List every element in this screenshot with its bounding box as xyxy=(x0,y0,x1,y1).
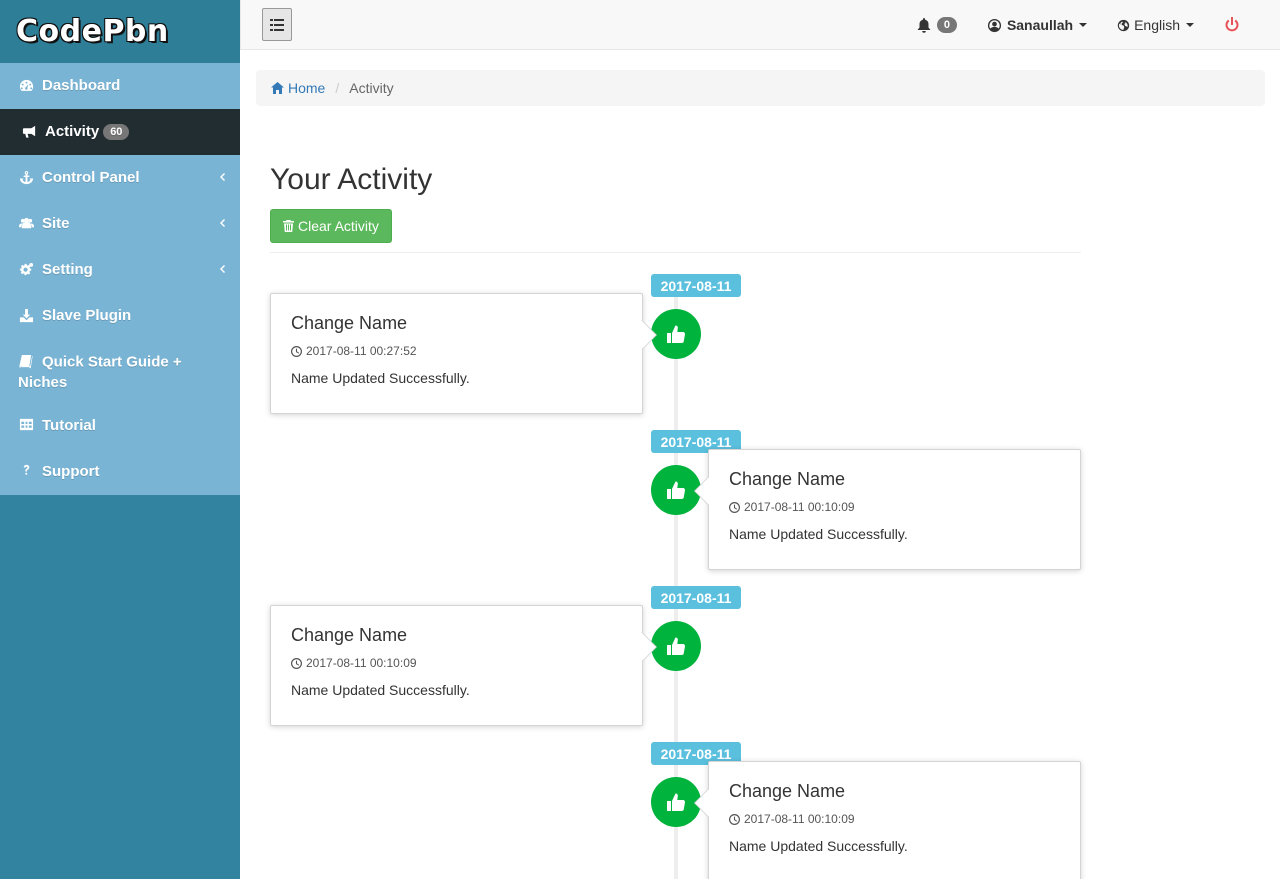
timeline-time-text: 2017-08-11 00:10:09 xyxy=(744,500,855,514)
sidebar-item-activity[interactable]: Activity 60 xyxy=(0,109,240,155)
user-menu[interactable]: Sanaullah xyxy=(972,0,1102,50)
chevron-left-icon xyxy=(218,262,226,276)
timeline-time-text: 2017-08-11 00:10:09 xyxy=(306,656,417,670)
timeline-panel: Change Name 2017-08-11 00:10:09 Name Upd… xyxy=(694,761,1081,879)
timeline-title: Change Name xyxy=(729,781,846,801)
thumbs-up-icon xyxy=(667,793,686,812)
clear-activity-button[interactable]: Clear Activity xyxy=(270,209,392,243)
table-icon xyxy=(18,417,34,433)
sidebar-item-label: Control Panel xyxy=(42,169,140,186)
language-label: English xyxy=(1134,17,1180,33)
thumbs-up-icon xyxy=(667,481,686,500)
timeline-panel: Change Name 2017-08-11 00:10:09 Name Upd… xyxy=(694,449,1081,570)
dashboard-icon xyxy=(18,77,34,93)
brand-name: CodePbn xyxy=(16,14,169,49)
sidebar-item-tutorial[interactable]: Tutorial xyxy=(0,403,240,449)
bell-icon xyxy=(917,17,931,33)
timeline-timestamp: 2017-08-11 00:10:09 xyxy=(291,656,622,670)
timeline-timestamp: 2017-08-11 00:27:52 xyxy=(291,344,622,358)
clock-icon xyxy=(291,345,302,357)
breadcrumb-home-label: Home xyxy=(288,80,326,96)
sidebar-menu: Dashboard Activity 60 Control Panel Site xyxy=(0,63,240,495)
timeline-badge xyxy=(651,309,701,359)
download-icon xyxy=(18,307,34,323)
timeline-panel: Change Name 2017-08-11 00:27:52 Name Upd… xyxy=(270,293,657,414)
timeline-timestamp: 2017-08-11 00:10:09 xyxy=(729,812,1060,826)
sidebar-item-label: Site xyxy=(42,215,70,232)
globe-icon xyxy=(1117,19,1130,31)
sidebar-item-control-panel[interactable]: Control Panel xyxy=(0,155,240,201)
power-icon xyxy=(1225,17,1239,32)
sidebar-item-dashboard[interactable]: Dashboard xyxy=(0,63,240,109)
sidebar-item-label: Setting xyxy=(42,261,93,278)
notifications-button[interactable]: 0 xyxy=(902,0,972,50)
user-circle-icon xyxy=(987,18,1001,32)
sidebar-item-label: Dashboard xyxy=(42,77,121,94)
brand-logo[interactable]: CodePbn xyxy=(0,0,240,63)
sidebar-toggle-button[interactable] xyxy=(262,8,292,41)
timeline-title: Change Name xyxy=(291,313,408,333)
sidebar-item-label: Activity xyxy=(45,123,100,140)
top-navbar: 0 Sanaullah English xyxy=(240,0,1280,50)
breadcrumb: Home / Activity xyxy=(256,70,1265,106)
clock-icon xyxy=(729,501,740,513)
thumbs-up-icon xyxy=(667,637,686,656)
timeline-date-label: 2017-08-11 xyxy=(651,274,741,297)
sidebar: CodePbn Dashboard Activity 60 Control Pa… xyxy=(0,0,240,879)
language-menu[interactable]: English xyxy=(1102,0,1209,50)
timeline-body: Name Updated Successfully. xyxy=(291,370,470,386)
timeline-date-label: 2017-08-11 xyxy=(651,586,741,609)
user-name: Sanaullah xyxy=(1006,17,1074,33)
users-icon xyxy=(18,215,34,231)
sidebar-item-site[interactable]: Site xyxy=(0,201,240,247)
notifications-count-badge: 0 xyxy=(936,17,957,33)
chevron-left-icon xyxy=(218,170,226,184)
home-icon xyxy=(271,82,284,94)
breadcrumb-separator: / xyxy=(335,80,340,96)
caret-down-icon xyxy=(1186,23,1194,27)
thumbs-up-icon xyxy=(667,325,686,344)
divider xyxy=(270,252,1081,253)
navbar-right: 0 Sanaullah English xyxy=(902,0,1280,50)
clock-icon xyxy=(291,657,302,669)
timeline-badge xyxy=(651,621,701,671)
book-icon xyxy=(18,353,34,369)
clear-activity-label: Clear Activity xyxy=(298,218,379,234)
sidebar-item-support[interactable]: Support xyxy=(0,449,240,495)
chevron-left-icon xyxy=(218,216,226,230)
timeline-time-text: 2017-08-11 00:10:09 xyxy=(744,812,855,826)
timeline-title: Change Name xyxy=(729,469,846,489)
caret-down-icon xyxy=(1079,23,1088,27)
sidebar-item-label: Support xyxy=(42,462,100,480)
timeline-body: Name Updated Successfully. xyxy=(291,682,470,698)
timeline-timestamp: 2017-08-11 00:10:09 xyxy=(729,500,1060,514)
quick-start-guide-label: Quick Start Guide + Niches xyxy=(18,353,182,391)
sidebar-item-label: Slave Plugin xyxy=(42,307,132,324)
bullhorn-icon xyxy=(21,123,37,139)
clock-icon xyxy=(729,813,740,825)
breadcrumb-current: Activity xyxy=(349,80,394,96)
trash-icon xyxy=(283,220,294,232)
activity-count-badge: 60 xyxy=(103,124,130,140)
sidebar-item-label: Tutorial xyxy=(42,416,96,434)
timeline-body: Name Updated Successfully. xyxy=(729,526,908,542)
logout-button[interactable] xyxy=(1209,0,1280,50)
gears-icon xyxy=(18,261,34,277)
sidebar-item-label: Quick Start Guide + Niches xyxy=(18,352,222,393)
list-icon xyxy=(270,18,284,31)
timeline-title: Change Name xyxy=(291,625,408,645)
timeline-body: Name Updated Successfully. xyxy=(729,838,908,854)
page-title: Your Activity xyxy=(270,163,433,196)
timeline-time-text: 2017-08-11 00:27:52 xyxy=(306,344,417,358)
anchor-icon xyxy=(18,169,34,185)
question-icon xyxy=(18,463,34,479)
sidebar-item-slave-plugin[interactable]: Slave Plugin xyxy=(0,293,240,339)
sidebar-item-quick-start-guide[interactable]: Quick Start Guide + Niches xyxy=(0,339,240,403)
sidebar-item-setting[interactable]: Setting xyxy=(0,247,240,293)
timeline-panel: Change Name 2017-08-11 00:10:09 Name Upd… xyxy=(270,605,657,726)
breadcrumb-home-link[interactable]: Home xyxy=(271,80,325,96)
